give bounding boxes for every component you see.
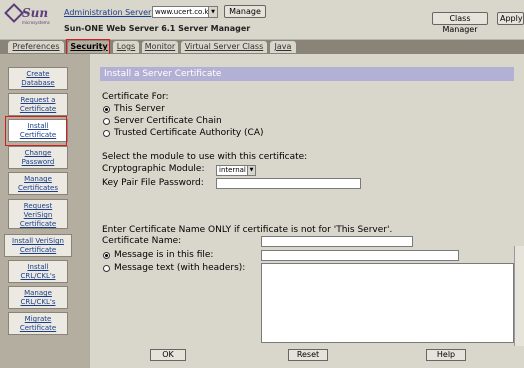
cryptographic-module-label: Cryptographic Module: bbox=[102, 164, 205, 174]
server-select-value: www.ucert.co.kr bbox=[155, 8, 212, 16]
message-text-scrollbar[interactable] bbox=[514, 246, 524, 346]
chevron-down-icon: ▼ bbox=[208, 7, 217, 17]
module-select-value: internal bbox=[219, 166, 246, 174]
sidebar-item-manage-certificates[interactable]: Manage Certificates bbox=[8, 172, 68, 195]
security-tab-highlight bbox=[66, 39, 110, 55]
message-text-area[interactable] bbox=[261, 263, 514, 343]
ok-button[interactable]: OK bbox=[150, 349, 186, 361]
sidebar-item-create-database[interactable]: Create Database bbox=[8, 67, 68, 90]
certificate-for-label: Certificate For: bbox=[102, 92, 169, 102]
tab-java[interactable]: Java bbox=[270, 41, 296, 53]
tab-virtual-server-class[interactable]: Virtual Server Class bbox=[181, 41, 267, 53]
message-file-field[interactable] bbox=[261, 250, 459, 261]
sun-logo: Sun microsystems bbox=[4, 2, 54, 32]
certificate-name-label: Certificate Name: bbox=[102, 236, 182, 246]
key-pair-password-label: Key Pair File Password: bbox=[102, 178, 204, 188]
sidebar-item-migrate-certificate[interactable]: Migrate Certificate bbox=[8, 312, 68, 335]
tab-logs[interactable]: Logs bbox=[113, 41, 139, 53]
radio-message-text[interactable] bbox=[103, 265, 110, 272]
sidebar-item-manage-crl-ckl[interactable]: Manage CRL/CKL's bbox=[8, 286, 68, 309]
radio-trusted-ca[interactable] bbox=[103, 130, 110, 137]
sun-logo-icon bbox=[4, 3, 24, 23]
radio-this-server-label: This Server bbox=[114, 104, 165, 114]
sidebar-item-install-crl-ckl[interactable]: Install CRL/CKL's bbox=[8, 260, 68, 283]
header-bar: Sun microsystems Administration Server w… bbox=[0, 0, 524, 40]
radio-server-certificate-chain[interactable] bbox=[103, 118, 110, 125]
logo-subtext: microsystems bbox=[22, 20, 50, 25]
logo-text: Sun bbox=[22, 6, 49, 20]
sidebar-item-install-verisign-certificate[interactable]: Install VeriSign Certificate bbox=[4, 234, 72, 257]
sidebar-item-request-verisign-certificate[interactable]: Request VeriSign Certificate bbox=[8, 199, 68, 229]
tab-monitor[interactable]: Monitor bbox=[142, 41, 178, 53]
module-prompt: Select the module to use with this certi… bbox=[102, 152, 308, 162]
sidebar-item-change-password[interactable]: Change Password bbox=[8, 146, 68, 169]
section-title: Install a Server Certificate bbox=[100, 67, 514, 81]
sidebar: Create Database Request a Certificate In… bbox=[0, 54, 90, 368]
product-title: Sun-ONE Web Server 6.1 Server Manager bbox=[64, 24, 251, 33]
manage-button[interactable]: Manage bbox=[224, 5, 266, 18]
class-manager-button[interactable]: Class Manager bbox=[432, 12, 488, 34]
server-select[interactable]: www.ucert.co.kr ▼ bbox=[152, 6, 218, 18]
radio-message-in-file-label: Message is in this file: bbox=[114, 250, 214, 260]
install-certificate-highlight bbox=[5, 116, 67, 146]
radio-server-certificate-chain-label: Server Certificate Chain bbox=[114, 116, 222, 126]
radio-message-in-file[interactable] bbox=[103, 252, 110, 259]
radio-message-text-label: Message text (with headers): bbox=[114, 263, 246, 273]
certificate-name-prompt: Enter Certificate Name ONLY if certifica… bbox=[102, 225, 393, 235]
chevron-down-icon: ▼ bbox=[247, 166, 255, 175]
sidebar-item-request-certificate[interactable]: Request a Certificate bbox=[8, 93, 68, 116]
radio-this-server[interactable] bbox=[103, 106, 110, 113]
administration-server-link[interactable]: Administration Server bbox=[64, 8, 151, 17]
help-button[interactable]: Help bbox=[426, 349, 466, 361]
reset-button[interactable]: Reset bbox=[288, 349, 328, 361]
tab-preferences[interactable]: Preferences bbox=[8, 41, 64, 53]
certificate-name-field[interactable] bbox=[261, 236, 413, 247]
apply-button[interactable]: Apply bbox=[497, 12, 524, 25]
cryptographic-module-select[interactable]: internal ▼ bbox=[216, 165, 256, 176]
key-pair-password-field[interactable] bbox=[216, 178, 361, 189]
radio-trusted-ca-label: Trusted Certificate Authority (CA) bbox=[114, 128, 264, 138]
